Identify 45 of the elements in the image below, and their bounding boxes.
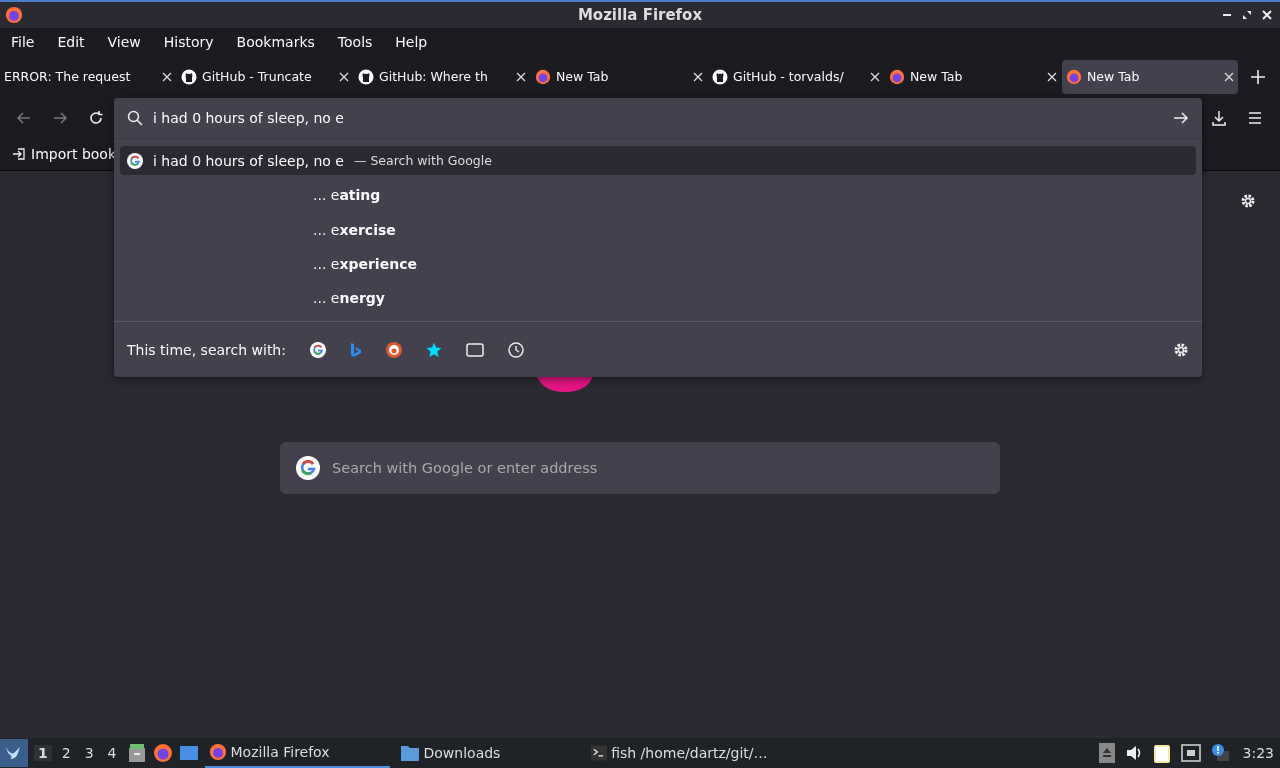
taskbar-task[interactable]: Mozilla Firefox (204, 738, 390, 768)
suggestion-text: ... experience (312, 255, 417, 272)
search-field[interactable]: Search with Google or enter address (280, 442, 1000, 494)
import-bookmarks-button[interactable]: Import book (12, 146, 117, 162)
suggestion-row[interactable]: ... exercise (120, 212, 1196, 247)
suggestion-text: ... exercise (312, 221, 396, 238)
browser-tab[interactable]: New Tab (885, 59, 1061, 94)
search-with-label: This time, search with: (127, 341, 286, 358)
menu-item[interactable]: History (154, 33, 223, 50)
workspace-button[interactable]: 4 (103, 745, 121, 761)
workspace-button[interactable]: 2 (57, 745, 75, 761)
clock: 3:23 (1242, 745, 1274, 761)
menu-item[interactable]: Tools (328, 33, 382, 50)
suggestion-row[interactable]: ... experience (120, 246, 1196, 281)
suggestion-text: ... energy (312, 289, 385, 306)
tab-title: New Tab (556, 69, 609, 84)
browser-tab[interactable]: GitHub - Truncate (177, 59, 353, 94)
browser-tab[interactable]: GitHub - torvalds/ (708, 59, 884, 94)
workspace-button[interactable]: 3 (80, 745, 98, 761)
menu-item[interactable]: Help (386, 33, 437, 50)
tab-title: GitHub: Where th (379, 69, 488, 84)
tab-title: GitHub - Truncate (202, 69, 312, 84)
address-field[interactable]: i had 0 hours of sleep, no e (153, 110, 1163, 126)
menu-item[interactable]: Bookmarks (227, 33, 324, 50)
tab-title: GitHub - torvalds/ (733, 69, 844, 84)
suggestion-row[interactable]: ... eating (120, 178, 1196, 213)
search-action-text: — Search with Google (353, 153, 492, 169)
browser-tab[interactable]: New Tab (1062, 59, 1238, 94)
browser-tab[interactable]: GitHub: Where th (354, 59, 530, 94)
browser-tab[interactable]: New Tab (531, 59, 707, 94)
suggestion-row[interactable]: ... energy (120, 280, 1196, 316)
tab-title: New Tab (1087, 69, 1140, 84)
suggestion-row[interactable]: i had 0 hours of sleep, no e — Search with Google (120, 146, 1196, 176)
taskbar-task[interactable]: fish /home/dartz/git/… (586, 738, 772, 768)
suggestion-text: ... eating (312, 187, 381, 204)
suggestion-text: i had 0 hours of sleep, no e (153, 152, 344, 169)
tab-title: ERROR: The request (4, 69, 131, 84)
taskbar-task[interactable]: Downloads (395, 738, 581, 768)
menu-item[interactable]: Edit (48, 33, 94, 50)
window-title: Mozilla Firefox (577, 6, 703, 24)
menu-item[interactable]: View (98, 33, 150, 50)
workspace-button[interactable]: 1 (34, 745, 52, 761)
menu-item[interactable]: File (2, 33, 44, 50)
browser-tab[interactable]: ERROR: The request (0, 59, 176, 94)
tab-title: New Tab (910, 69, 963, 84)
